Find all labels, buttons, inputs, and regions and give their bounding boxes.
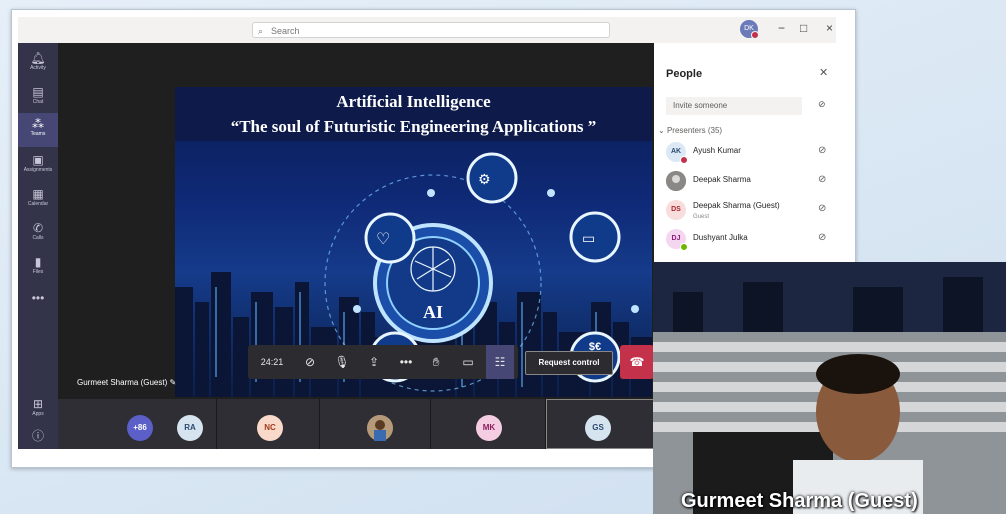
request-control-button[interactable]: Request control [525,351,613,375]
rail-label: Teams [30,131,46,137]
participant-avatar[interactable]: MK [476,415,502,441]
rail-label: Calendar [27,201,49,207]
person-photo [367,415,393,441]
presenter-row[interactable]: Deepak Sharma ⊘ [666,171,836,193]
mic-off-icon[interactable]: 🎙︎ [328,345,356,379]
presenter-name: Dushyant Julka [693,233,748,242]
chat-icon: ▤ [32,85,44,99]
hang-up-button[interactable]: ☎ [620,345,654,379]
rail-label: Apps [32,411,44,417]
user-avatar[interactable]: DK [740,20,759,39]
participant-avatar[interactable]: NC [257,415,283,441]
status-dot [680,243,688,251]
bell-icon: 🔔︎ [30,51,46,65]
overflow-participants-chip[interactable]: +86 [127,415,153,441]
rail-item-files[interactable]: ▮ Files [18,251,58,285]
rail-item-calendar[interactable]: ▦ Calendar [18,183,58,217]
person-photo [666,171,686,191]
calendar-icon: ▦ [32,187,44,201]
rail-item-assignments[interactable]: ▣ Assignments [18,149,58,183]
teams-icon: ⁂ [32,117,44,131]
share-tray-icon[interactable]: ⇪ [360,345,388,379]
presenter-name: Deepak Sharma [693,175,751,184]
apps-icon: ⊞ [32,397,44,411]
rail-item-apps[interactable]: ⊞ Apps [18,393,58,427]
mic-muted-icon[interactable]: ⊘ [818,203,826,214]
people-panel-title: People [666,68,703,80]
maximize-icon[interactable]: □ [800,21,807,35]
raise-hand-icon[interactable]: ✋︎ [422,345,450,379]
search-placeholder: Search [271,26,300,36]
participant-avatar[interactable]: RA [177,415,203,441]
call-toolbar: 24:21 ⊘ 🎙︎ ⇪ ••• ✋︎ ▭ ☷ [248,345,518,379]
hang-up-icon: ☎ [629,355,645,369]
status-dot [751,31,759,39]
mic-icon: ✎ [169,378,177,387]
search-icon: ⌕ [258,26,264,36]
close-panel-icon[interactable]: ✕ [819,66,828,79]
link-icon[interactable]: ⊘ [818,99,826,110]
help-icon: ⓘ [31,429,44,443]
mic-muted-icon[interactable]: ⊘ [818,145,826,156]
camera-off-icon[interactable]: ⊘ [296,345,324,379]
rail-item-activity[interactable]: 🔔︎ Activity [18,47,58,81]
presenters-section-header[interactable]: ⌄ Presenters (35) [658,126,722,135]
participant-photo-avatar[interactable] [367,415,393,441]
slide-title: Artificial Intelligence [336,92,491,111]
slide-subtitle: “The soul of Futuristic Engineering Appl… [230,117,597,136]
assignments-icon: ▣ [32,153,44,167]
presenter-row[interactable]: DS Deepak Sharma (Guest) Guest ⊘ [666,200,836,222]
phone-icon: ✆ [32,221,44,235]
chat-toggle-icon[interactable]: ▭ [454,345,482,379]
rail-item-more[interactable]: ••• [18,287,58,321]
rail-label: Activity [30,65,46,71]
more-actions-icon[interactable]: ••• [392,345,420,379]
webcam-overlay: Gurmeet Sharma (Guest) [653,262,1006,514]
rail-item-help[interactable]: ⓘ [18,425,58,459]
rail-item-calls[interactable]: ✆ Calls [18,217,58,251]
presenter-row[interactable]: AK Ayush Kumar ⊘ [666,142,836,164]
files-icon: ▮ [34,255,42,269]
status-dot [680,156,688,164]
presenter-name-label: Gurmeet Sharma (Guest) ✎ [77,378,176,387]
participants-toggle-icon[interactable]: ☷ [486,345,514,379]
rail-label: Files [32,269,44,275]
presenter-row[interactable]: DJ Dushyant Julka ⊘ [666,229,836,251]
rail-label: Chat [32,99,44,105]
webcam-video [653,262,1006,514]
minimize-icon[interactable]: − [778,21,785,35]
presenter-avatar [666,171,686,191]
chevron-down-icon: ⌄ [658,126,667,135]
heart-icon: ♡ [376,229,390,248]
more-icon: ••• [31,291,45,305]
rail-label: Assignments [23,167,53,173]
webcam-name-label: Gurmeet Sharma (Guest) [681,490,918,512]
call-timer: 24:21 [260,357,284,367]
invite-input[interactable]: Invite someone [666,97,802,115]
presenter-avatar: DS [666,200,686,220]
participant-avatar[interactable]: GS [585,415,611,441]
close-window-icon[interactable]: × [826,21,833,35]
robot-arm-icon: ⚙ [478,172,491,188]
rail-item-teams[interactable]: ⁂ Teams [18,113,58,147]
presenters-count: Presenters (35) [666,126,723,135]
presenter-name: Ayush Kumar [693,146,741,155]
robot-arm-node [466,152,518,204]
presenter-subtitle: Guest [693,214,710,220]
ai-label: AI [422,302,443,322]
mic-muted-icon[interactable]: ⊘ [818,232,826,243]
car-icon: ▭ [582,231,595,247]
mic-muted-icon[interactable]: ⊘ [818,174,826,185]
presenter-name: Deepak Sharma (Guest) [693,201,780,210]
rail-label: Calls [32,235,44,241]
search-input[interactable]: ⌕ Search [252,22,610,38]
presenter-name: Gurmeet Sharma (Guest) [77,378,168,387]
rail-item-chat[interactable]: ▤ Chat [18,81,58,115]
